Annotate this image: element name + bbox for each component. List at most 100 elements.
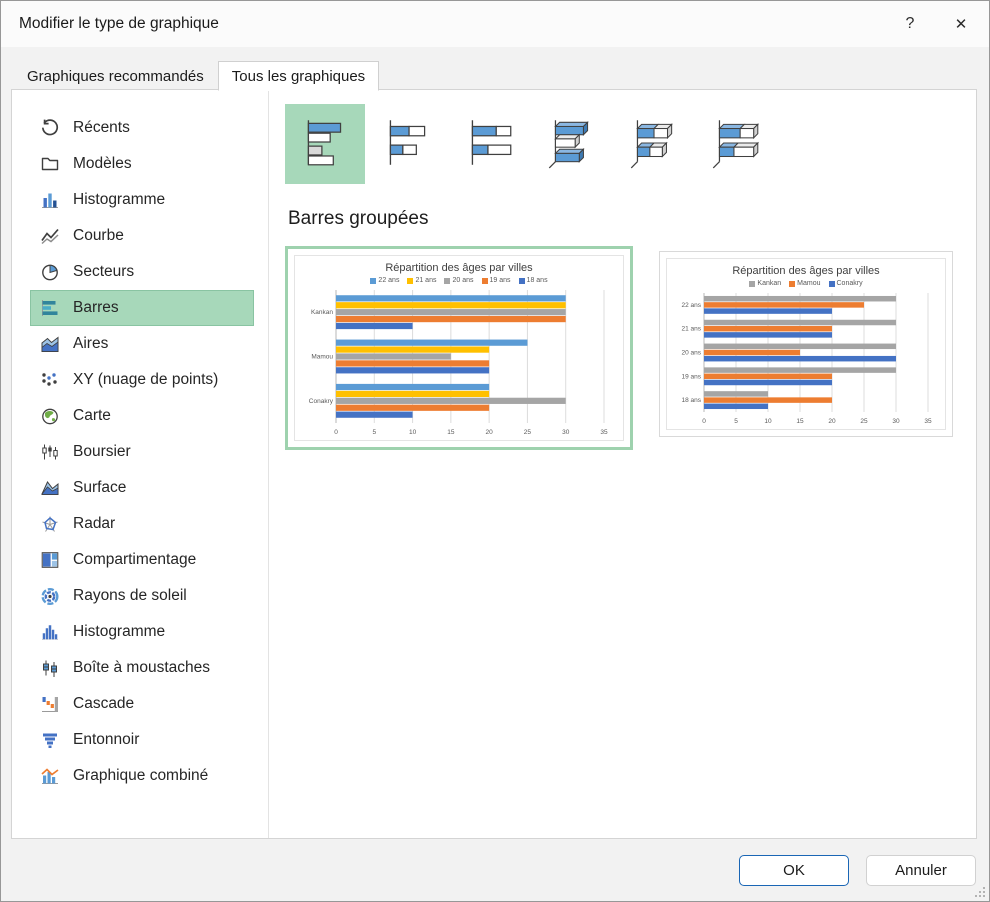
chart-preview-2[interactable]: Répartition des âges par villesKankanMam… — [659, 251, 953, 437]
surface-chart-icon — [40, 478, 60, 498]
dialog-title: Modifier le type de graphique — [19, 15, 219, 33]
line-chart-icon — [40, 226, 60, 246]
stock-chart-icon — [40, 442, 60, 462]
tab-tous-les-graphiques[interactable]: Tous les graphiques — [218, 61, 379, 91]
svg-text:15: 15 — [447, 429, 455, 436]
svg-text:19 ans: 19 ans — [681, 373, 701, 380]
sidebar-item-graphique-combine[interactable]: Graphique combiné — [30, 758, 254, 794]
column-chart-icon — [40, 190, 60, 210]
chart-title: Répartition des âges par villes — [670, 265, 942, 277]
legend-swatch — [407, 278, 413, 284]
subtype-bar-stacked-100-3d[interactable] — [695, 104, 775, 184]
svg-text:10: 10 — [409, 429, 417, 436]
histogram-chart-icon — [40, 622, 60, 642]
titlebar-buttons: ? ✕ — [887, 1, 989, 47]
cancel-button[interactable]: Annuler — [866, 855, 976, 886]
ok-button[interactable]: OK — [739, 855, 849, 886]
preview-row: Répartition des âges par villes22 ans21 … — [285, 246, 976, 450]
sidebar-item-label: Courbe — [73, 227, 124, 245]
sidebar-item-modeles[interactable]: Modèles — [30, 146, 254, 182]
subtype-bar-stacked-100[interactable] — [449, 104, 529, 184]
footer: OK Annuler — [1, 839, 989, 901]
legend-item: 21 ans — [407, 277, 436, 284]
svg-text:10: 10 — [764, 418, 772, 425]
svg-text:20: 20 — [828, 418, 836, 425]
bar-clustered-icon — [296, 113, 354, 176]
svg-text:30: 30 — [562, 429, 570, 436]
chart-title: Répartition des âges par villes — [298, 262, 620, 274]
scatter-chart-icon — [40, 370, 60, 390]
subtype-bar-stacked-3d[interactable] — [613, 104, 693, 184]
bar-chart-icon — [40, 298, 60, 318]
sidebar-item-aires[interactable]: Aires — [30, 326, 254, 362]
resize-grip-icon[interactable] — [973, 885, 986, 898]
close-button[interactable]: ✕ — [933, 1, 989, 47]
sidebar-item-compartimentage[interactable]: Compartimentage — [30, 542, 254, 578]
map-chart-icon — [40, 406, 60, 426]
recents-icon — [40, 118, 60, 138]
svg-text:Mamou: Mamou — [311, 354, 333, 361]
legend-item: Kankan — [749, 280, 781, 287]
section-title: Barres groupées — [288, 208, 976, 230]
sidebar-item-histogramme[interactable]: Histogramme — [30, 614, 254, 650]
help-button[interactable]: ? — [887, 1, 933, 47]
sidebar-item-label: Rayons de soleil — [73, 587, 187, 605]
svg-text:Conakry: Conakry — [309, 398, 334, 405]
sidebar-item-histogramme[interactable]: Histogramme — [30, 182, 254, 218]
tab-bar: Graphiques recommandésTous les graphique… — [13, 61, 379, 90]
sidebar-item-label: Graphique combiné — [73, 767, 208, 785]
sidebar-item-label: Récents — [73, 119, 130, 137]
svg-text:20 ans: 20 ans — [681, 350, 701, 357]
svg-text:25: 25 — [860, 418, 868, 425]
legend-item: 19 ans — [482, 277, 511, 284]
sidebar-item-label: Surface — [73, 479, 126, 497]
legend-swatch — [519, 278, 525, 284]
legend-swatch — [482, 278, 488, 284]
waterfall-chart-icon — [40, 694, 60, 714]
sidebar-item-carte[interactable]: Carte — [30, 398, 254, 434]
sidebar-item-boite-a-moustaches[interactable]: Boîte à moustaches — [30, 650, 254, 686]
folder-icon — [40, 154, 60, 174]
svg-text:5: 5 — [372, 429, 376, 436]
sidebar-item-courbe[interactable]: Courbe — [30, 218, 254, 254]
sidebar-item-boursier[interactable]: Boursier — [30, 434, 254, 470]
sidebar-item-label: Carte — [73, 407, 111, 425]
svg-text:15: 15 — [796, 418, 804, 425]
subtype-bar-clustered-3d[interactable] — [531, 104, 611, 184]
legend-swatch — [370, 278, 376, 284]
funnel-chart-icon — [40, 730, 60, 750]
svg-text:25: 25 — [524, 429, 532, 436]
sidebar-item-label: Histogramme — [73, 623, 165, 641]
svg-text:0: 0 — [334, 429, 338, 436]
main-panel: RécentsModèlesHistogrammeCourbeSecteursB… — [11, 89, 977, 839]
sidebar-item-cascade[interactable]: Cascade — [30, 686, 254, 722]
chart-legend: 22 ans21 ans20 ans19 ans18 ans — [298, 277, 620, 284]
legend-item: Conakry — [829, 280, 863, 287]
sidebar-item-label: Boîte à moustaches — [73, 659, 210, 677]
legend-item: 20 ans — [444, 277, 473, 284]
tab-graphiques-recommandes[interactable]: Graphiques recommandés — [13, 63, 218, 90]
sidebar-item-label: Boursier — [73, 443, 131, 461]
sidebar-item-recents[interactable]: Récents — [30, 110, 254, 146]
sidebar-item-label: XY (nuage de points) — [73, 371, 218, 389]
radar-chart-icon — [40, 514, 60, 534]
sidebar-item-rayons-de-soleil[interactable]: Rayons de soleil — [30, 578, 254, 614]
sidebar-item-barres[interactable]: Barres — [30, 290, 254, 326]
subtype-row — [285, 104, 976, 184]
sidebar-item-secteurs[interactable]: Secteurs — [30, 254, 254, 290]
sidebar-item-surface[interactable]: Surface — [30, 470, 254, 506]
sidebar-item-label: Secteurs — [73, 263, 134, 281]
subtype-bar-clustered[interactable] — [285, 104, 365, 184]
bar-chart-plot: 0510152025303522 ans21 ans20 ans19 ans18… — [670, 289, 942, 427]
sidebar-item-radar[interactable]: Radar — [30, 506, 254, 542]
chart-preview-1[interactable]: Répartition des âges par villes22 ans21 … — [285, 246, 633, 450]
sidebar-item-entonnoir[interactable]: Entonnoir — [30, 722, 254, 758]
treemap-chart-icon — [40, 550, 60, 570]
sidebar-item-xy-nuage-de-points[interactable]: XY (nuage de points) — [30, 362, 254, 398]
sidebar-item-label: Compartimentage — [73, 551, 196, 569]
subtype-bar-stacked[interactable] — [367, 104, 447, 184]
svg-text:0: 0 — [702, 418, 706, 425]
sidebar-item-label: Radar — [73, 515, 115, 533]
combo-chart-icon — [40, 766, 60, 786]
bar-stacked-3d-icon — [624, 113, 682, 176]
